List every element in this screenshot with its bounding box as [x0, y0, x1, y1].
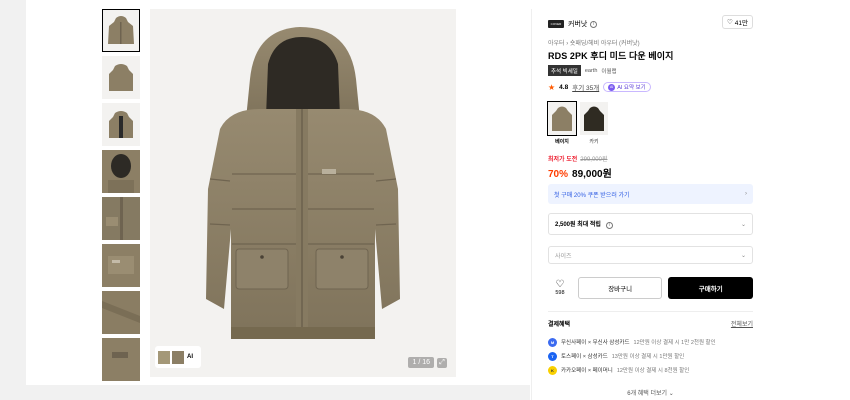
- purchase-actions: ♡ 598 장바구니 구매하기: [548, 277, 753, 299]
- cart-button[interactable]: 장바구니: [577, 277, 663, 299]
- payment-benefits-list: M 무신사페이 × 무신사 삼성카드 12만원 이상 결제 시 1만 2천원 할…: [548, 335, 753, 377]
- benefit-text: 무신사페이 × 무신사 삼성카드: [561, 340, 630, 346]
- thumbnail-1[interactable]: [102, 9, 140, 52]
- like-count: 598: [555, 290, 565, 296]
- below-image-area: [26, 385, 530, 400]
- color-swatch-khaki: [580, 102, 608, 135]
- rating-value: 4.8: [559, 83, 569, 91]
- color-options: 베이지 카키: [547, 101, 608, 145]
- tag-earth: earth: [584, 67, 598, 74]
- breadcrumb[interactable]: 아우터 › 숏패딩/헤비 아우터 (커버낫): [548, 38, 640, 47]
- product-tags: 추석 빅세일 earth 이월랩: [548, 65, 617, 76]
- benefit-sub: 12만원 이상 결제 시 8천원 할인: [616, 368, 690, 374]
- points-info-icon[interactable]: i: [605, 221, 613, 229]
- ai-summary-label: AI 요약 보기: [617, 85, 646, 91]
- thumbnail-list: [102, 9, 140, 385]
- benefit-text: 토스페이 × 삼성카드: [561, 354, 608, 360]
- expand-icon[interactable]: ⤢: [437, 358, 447, 368]
- brand-name[interactable]: 커버낫: [568, 19, 587, 29]
- thumbnail-7[interactable]: [102, 291, 140, 334]
- jacket-illustration: [206, 27, 400, 339]
- product-title: RDS 2PK 후디 미드 다운 베이지: [548, 51, 674, 61]
- image-counter: 1 / 16: [408, 357, 434, 368]
- size-select[interactable]: 사이즈 ⌄: [548, 246, 753, 264]
- thumbnail-4[interactable]: [102, 150, 140, 193]
- sale-tag: 추석 빅세일: [548, 65, 581, 76]
- chevron-down-icon: ⌄: [740, 252, 746, 259]
- review-link[interactable]: 후기 35개: [572, 82, 599, 92]
- benefit-item: T 토스페이 × 삼성카드 13만원 이상 결제 시 1만원 할인: [548, 349, 753, 363]
- sale-row: 최저가 도전 299,000원: [548, 154, 608, 163]
- product-info-panel: COVER 커버낫 i ♡ 41만 아우터 › 숏패딩/헤비 아우터 (커버낫)…: [531, 9, 772, 400]
- info-icon[interactable]: i: [590, 20, 598, 28]
- points-dropdown[interactable]: 2,500원 최대 적립 i ⌄: [548, 213, 753, 235]
- heart-icon: ♡: [726, 19, 733, 26]
- chevron-down-icon: ⌄: [740, 221, 746, 228]
- discount-rate: 70%: [548, 169, 569, 180]
- first-purchase-coupon-banner[interactable]: 첫 구매 20% 쿠폰 받으러 가기 ›: [548, 184, 753, 204]
- payment-benefits-header: 결제혜택 전체보기: [548, 319, 753, 328]
- ai-thumbnail-icon: [158, 351, 184, 364]
- main-product-image[interactable]: AI 1 / 16 ⤢: [150, 9, 456, 377]
- ai-label: AI: [187, 354, 193, 360]
- thumbnail-6[interactable]: [102, 244, 140, 287]
- thumbnail-3[interactable]: [102, 103, 140, 146]
- brand-like-count: 41만: [734, 20, 748, 27]
- ai-summary-button[interactable]: AI AI 요약 보기: [603, 82, 651, 92]
- benefit-item: M 무신사페이 × 무신사 삼성카드 12만원 이상 결제 시 1만 2천원 할…: [548, 335, 753, 349]
- benefit-sub: 12만원 이상 결제 시 1만 2천원 할인: [633, 340, 716, 346]
- color-label-beige: 베이지: [555, 139, 569, 145]
- brand-logo[interactable]: COVER: [548, 20, 564, 28]
- more-benefits-button[interactable]: 6개 혜택 더보기 ⌄: [548, 388, 753, 397]
- tag-carryover: 이월랩: [601, 68, 617, 75]
- left-gutter: [0, 0, 26, 400]
- color-option-beige[interactable]: 베이지: [547, 101, 577, 145]
- benefit-text: 카카오페이 × 페이머니: [561, 368, 613, 374]
- buy-button[interactable]: 구매하기: [668, 277, 753, 299]
- thumbnail-5[interactable]: [102, 197, 140, 240]
- benefit-sub: 13만원 이상 결제 시 1만원 할인: [611, 354, 685, 360]
- payment-benefits-title: 결제혜택: [548, 322, 571, 328]
- ai-search-box[interactable]: AI: [155, 346, 201, 368]
- brand-row: COVER 커버낫 i ♡ 41만: [548, 15, 753, 31]
- ai-icon: AI: [608, 83, 616, 91]
- chevron-right-icon: ›: [745, 191, 747, 197]
- size-placeholder: 사이즈: [555, 253, 572, 260]
- divider: [548, 311, 753, 312]
- color-option-khaki[interactable]: 카키: [580, 102, 608, 145]
- color-label-khaki: 카키: [589, 139, 599, 145]
- sale-price: 89,000원: [572, 169, 612, 180]
- benefit-item: K 카카오페이 × 페이머니 12만원 이상 결제 시 8천원 할인: [548, 363, 753, 377]
- points-text: 2,500원 최대 적립: [555, 222, 601, 229]
- thumbnail-2[interactable]: [102, 56, 140, 99]
- brand-like-button[interactable]: ♡ 41만: [721, 15, 753, 29]
- original-price: 299,000원: [580, 157, 608, 163]
- lowest-price-label: 최저가 도전: [548, 157, 578, 163]
- star-icon: ★: [548, 82, 556, 92]
- kakao-pay-icon: K: [548, 365, 557, 375]
- like-button[interactable]: ♡ 598: [548, 279, 572, 297]
- heart-icon: ♡: [555, 279, 565, 290]
- coupon-text: 첫 구매 20% 쿠폰 받으러 가기: [554, 192, 630, 199]
- musinsa-pay-icon: M: [548, 337, 557, 347]
- view-all-link[interactable]: 전체보기: [731, 319, 753, 328]
- toss-pay-icon: T: [548, 351, 557, 361]
- thumbnail-8[interactable]: [102, 338, 140, 381]
- rating-row: ★ 4.8 후기 35개 AI AI 요약 보기: [548, 82, 651, 92]
- price-row: 70% 89,000원: [548, 165, 612, 180]
- color-swatch-beige: [547, 101, 577, 136]
